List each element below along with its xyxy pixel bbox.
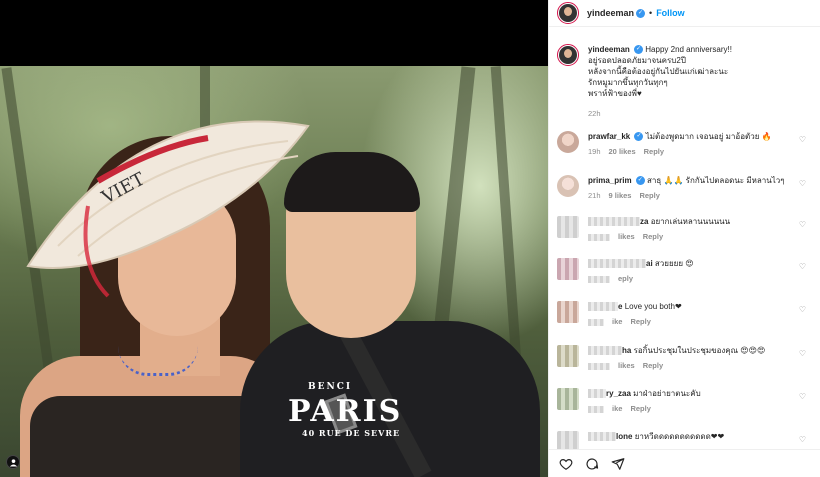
post-media[interactable]: VIET BENCI PARIS 40 RUE DE SEVRE: [0, 0, 548, 477]
comment-username-suffix[interactable]: ai: [646, 259, 653, 268]
comment-like-heart-icon[interactable]: ♡: [799, 392, 806, 401]
comment-likes[interactable]: 9 likes: [609, 191, 632, 200]
comment-likes[interactable]: ike: [612, 404, 622, 413]
blurred-username: [588, 302, 618, 312]
caption-line: พราห์ฟ้าของพี่♥: [588, 89, 642, 98]
reply-button[interactable]: Reply: [639, 191, 659, 200]
post-actions-bar: [549, 449, 820, 477]
commenter-avatar[interactable]: [557, 431, 579, 449]
heart-icon[interactable]: [559, 457, 573, 471]
comment-like-heart-icon[interactable]: ♡: [799, 349, 806, 358]
blurred-time: [588, 405, 604, 413]
caption-line: Happy 2nd anniversary!!: [645, 45, 732, 54]
man-hair: [284, 152, 420, 212]
author-avatar[interactable]: [557, 2, 579, 24]
verified-badge-icon: ✓: [634, 132, 644, 142]
comment-likes[interactable]: 20 likes: [609, 147, 636, 156]
commenter-avatar[interactable]: [557, 388, 579, 410]
comment-like-heart-icon[interactable]: ♡: [799, 220, 806, 229]
comment-item: e Love you both❤ ike Reply ♡: [557, 301, 814, 327]
shirt-paris-text: PARIS: [288, 394, 403, 429]
blurred-username: [588, 432, 616, 442]
person-tag-icon[interactable]: [6, 455, 20, 469]
conical-hat: VIET: [26, 120, 310, 298]
blurred-time: [588, 233, 610, 241]
commenter-avatar[interactable]: [557, 216, 579, 238]
comment-item: ai สวยยยย 😍 eply ♡: [557, 258, 814, 284]
comment-username-suffix[interactable]: lone: [616, 432, 632, 441]
comment-username[interactable]: prawfar_kk: [588, 132, 630, 141]
comment-username-suffix[interactable]: ha: [622, 346, 631, 355]
blurred-username: [588, 346, 622, 356]
comment-username-suffix[interactable]: e: [618, 302, 622, 311]
follow-button[interactable]: Follow: [656, 8, 685, 18]
blurred-time: [588, 318, 604, 326]
comment-text: รอกิ้นประชุมในประชุมของคุณ 😍😍😍: [633, 346, 766, 355]
comment-username-suffix[interactable]: ry_zaa: [606, 389, 631, 398]
comment-item: prawfar_kk ✓ ไม่ต้องพูดมาก เจอนอยู่ มาอ้…: [557, 131, 814, 157]
verified-badge-icon: ✓: [634, 45, 644, 55]
blurred-username: [588, 259, 646, 269]
comment-item: ry_zaa มาฝ่าอย่ายาตนะคับ ike Reply ♡: [557, 388, 814, 414]
post-photo[interactable]: VIET BENCI PARIS 40 RUE DE SEVRE: [0, 66, 548, 477]
comment-text: สาธุ 🙏🙏 รักกันไปตลอดนะ มีหลานไวๆ: [647, 176, 785, 185]
commenter-avatar[interactable]: [557, 175, 579, 197]
share-icon[interactable]: [611, 457, 625, 471]
comment-time[interactable]: 19h: [588, 147, 601, 156]
separator-dot: •: [649, 8, 653, 18]
reply-button[interactable]: Reply: [643, 361, 663, 370]
comment-time[interactable]: 21h: [588, 191, 601, 200]
comment-username-suffix[interactable]: za: [640, 217, 648, 226]
comment-item: ha รอกิ้นประชุมในประชุมของคุณ 😍😍😍 likes R…: [557, 345, 814, 371]
caption-username[interactable]: yindeeman: [588, 45, 630, 54]
caption-line: รักหมูมากขึ้นทุกวันทุกๆ: [588, 78, 668, 87]
comment-text: ยาหวีดดดดดดดดดดด❤❤: [634, 432, 725, 441]
caption-avatar[interactable]: [557, 44, 579, 66]
comment-like-heart-icon[interactable]: ♡: [799, 305, 806, 314]
comment-likes[interactable]: likes: [618, 361, 635, 370]
shirt-brand-text: BENCI: [308, 382, 353, 392]
comment-text: มาฝ่าอย่ายาตนะคับ: [633, 389, 701, 398]
reply-button[interactable]: Reply: [644, 147, 664, 156]
caption: yindeeman ✓ Happy 2nd anniversary!! อยู่…: [557, 44, 814, 119]
comment-item: prima_prim ✓ สาธุ 🙏🙏 รักกันไปตลอดนะ มีหล…: [557, 175, 814, 201]
reply-button[interactable]: Reply: [630, 404, 650, 413]
comment-like-heart-icon[interactable]: ♡: [799, 179, 806, 188]
comment-like-heart-icon[interactable]: ♡: [799, 435, 806, 444]
comment-text: ไม่ต้องพูดมาก เจอนอยู่ มาอ้อตัวย 🔥: [645, 132, 772, 141]
caption-line: หลังจากนี้คือต้องอยู่กันไปยันแก่เฒ่าละนะ: [588, 67, 729, 76]
comment-like-heart-icon[interactable]: ♡: [799, 262, 806, 271]
commenter-avatar[interactable]: [557, 301, 579, 323]
comment-text: อยากเล่นหลานนนนนน: [650, 217, 731, 226]
post-sidebar: yindeeman ✓ • Follow yindeeman ✓ Happy 2…: [548, 0, 820, 477]
author-username[interactable]: yindeeman: [587, 8, 634, 18]
verified-badge-icon: ✓: [635, 176, 645, 186]
reply-button[interactable]: eply: [618, 274, 633, 283]
blurred-username: [588, 389, 606, 399]
comment-text: Love you both❤: [624, 302, 682, 311]
reply-button[interactable]: Reply: [630, 317, 650, 326]
comment-text: สวยยยย 😍: [654, 259, 694, 268]
reply-button[interactable]: Reply: [643, 232, 663, 241]
commenter-avatar[interactable]: [557, 131, 579, 153]
post-header: yindeeman ✓ • Follow: [549, 0, 820, 27]
blurred-time: [588, 362, 610, 370]
comment-likes[interactable]: likes: [618, 232, 635, 241]
comments-list[interactable]: yindeeman ✓ Happy 2nd anniversary!! อยู่…: [549, 36, 820, 449]
commenter-avatar[interactable]: [557, 345, 579, 367]
commenter-avatar[interactable]: [557, 258, 579, 280]
comment-likes[interactable]: ike: [612, 317, 622, 326]
comment-icon[interactable]: [585, 457, 599, 471]
caption-line: อยู่รอดปลอดภัยมาจนครบ2ปี: [588, 56, 686, 65]
shirt-address-text: 40 RUE DE SEVRE: [302, 428, 401, 438]
comment-username[interactable]: prima_prim: [588, 176, 632, 185]
verified-badge-icon: ✓: [636, 8, 646, 18]
comment-item: lone ยาหวีดดดดดดดดดดด❤❤ ♡: [557, 431, 814, 449]
blurred-time: [588, 275, 610, 283]
caption-time[interactable]: 22h: [588, 109, 601, 118]
comment-like-heart-icon[interactable]: ♡: [799, 135, 806, 144]
blurred-username: [588, 217, 640, 227]
comment-item: za อยากเล่นหลานนนนนน likes Reply ♡: [557, 216, 814, 242]
